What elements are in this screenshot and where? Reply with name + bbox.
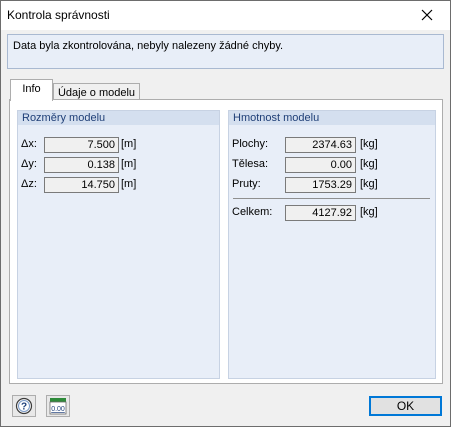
- close-button[interactable]: [404, 1, 450, 30]
- help-icon: ?: [15, 397, 33, 415]
- tab-panel-info: Rozměry modelu Δx: 7.500 [m] Δy: 0.138 […: [9, 99, 443, 384]
- mass-unit: [kg]: [360, 138, 378, 150]
- mass-total-label: Celkem:: [232, 206, 273, 218]
- mass-label: Pruty:: [232, 178, 261, 190]
- tab-info[interactable]: Info: [10, 79, 53, 101]
- dimension-unit: [m]: [121, 138, 137, 150]
- dimensions-header: Rozměry modelu: [18, 111, 219, 125]
- units-button[interactable]: 0.00: [46, 395, 70, 417]
- mass-unit: [kg]: [360, 178, 378, 190]
- dimension-label: Δz:: [21, 178, 37, 190]
- units-icon: 0.00: [49, 398, 67, 415]
- title-bar: Kontrola správnosti: [1, 1, 450, 30]
- dimension-unit: [m]: [121, 178, 137, 190]
- dimension-unit: [m]: [121, 158, 137, 170]
- dimensions-group: Rozměry modelu Δx: 7.500 [m] Δy: 0.138 […: [17, 110, 220, 379]
- window-title: Kontrola správnosti: [7, 8, 110, 22]
- dimension-value: 7.500: [44, 137, 119, 153]
- dimension-value: 14.750: [44, 177, 119, 193]
- mass-value: 0.00: [285, 157, 356, 173]
- ok-button[interactable]: OK: [369, 396, 442, 416]
- mass-total-unit: [kg]: [360, 206, 378, 218]
- dimension-label: Δy:: [21, 158, 37, 170]
- mass-total-value: 4127.92: [285, 205, 356, 221]
- dimension-label: Δx:: [21, 138, 37, 150]
- mass-value: 2374.63: [285, 137, 356, 153]
- close-icon: [421, 9, 433, 21]
- dimension-value: 0.138: [44, 157, 119, 173]
- mass-value: 1753.29: [285, 177, 356, 193]
- mass-unit: [kg]: [360, 158, 378, 170]
- separator-line: [233, 198, 430, 199]
- mass-group: Hmotnost modelu Plochy: 2374.63 [kg] Těl…: [228, 110, 436, 379]
- message-box: Data byla zkontrolována, nebyly nalezeny…: [7, 34, 444, 69]
- units-icon-text: 0.00: [51, 406, 65, 413]
- message-text: Data byla zkontrolována, nebyly nalezeny…: [13, 40, 284, 52]
- help-button[interactable]: ?: [12, 395, 36, 417]
- dialog-window: Kontrola správnosti Data byla zkontrolov…: [0, 0, 451, 427]
- svg-text:?: ?: [21, 402, 27, 413]
- mass-header: Hmotnost modelu: [229, 111, 435, 125]
- mass-label: Plochy:: [232, 138, 269, 150]
- mass-label: Tělesa:: [232, 158, 269, 170]
